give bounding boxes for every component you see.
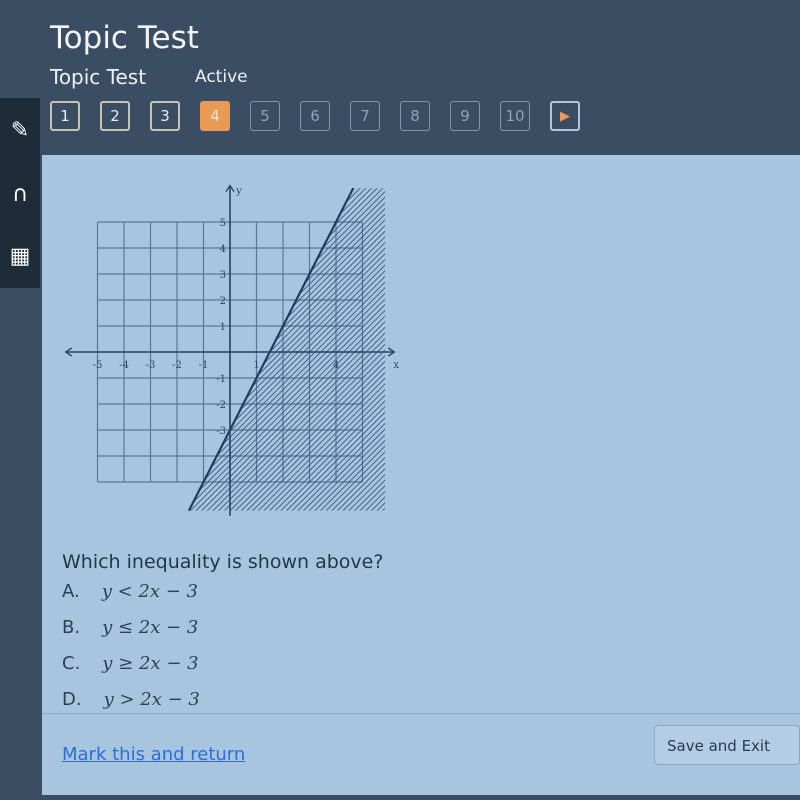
page-title: Topic Test	[50, 20, 199, 56]
choice-letter: A.	[62, 581, 80, 602]
headphones-icon[interactable]: ∩	[0, 166, 40, 222]
choice-a[interactable]: A. y < 2x − 3	[62, 581, 198, 602]
y-tick-label: -3	[216, 426, 226, 437]
y-tick-label: 1	[220, 322, 226, 333]
mark-and-return-link[interactable]: Mark this and return	[62, 744, 245, 765]
choice-letter: C.	[62, 653, 81, 674]
choice-letter: D.	[62, 689, 82, 710]
y-tick-label: -1	[216, 374, 226, 385]
choice-text: y > 2x − 3	[103, 689, 200, 710]
x-tick-label: 1	[253, 360, 259, 371]
question-9-button[interactable]: 9	[450, 101, 480, 131]
next-button[interactable]: ▶	[550, 101, 580, 131]
question-nav: 1 2 3 4 5 6 7 8 9 10 ▶	[50, 101, 580, 131]
y-tick-label: -2	[216, 400, 226, 411]
question-6-button[interactable]: 6	[300, 101, 330, 131]
footer-divider	[42, 713, 800, 714]
y-tick-label: 2	[220, 296, 226, 307]
x-axis-label: x	[393, 360, 399, 371]
question-4-button[interactable]: 4	[200, 101, 230, 131]
choice-c[interactable]: C. y ≥ 2x − 3	[62, 653, 199, 674]
question-10-button[interactable]: 10	[500, 101, 530, 131]
status-label: Active	[195, 67, 248, 87]
tool-sidebar: ✎ ∩ ▦	[0, 98, 40, 288]
y-tick-label: 5	[220, 218, 226, 229]
x-tick-label: -1	[199, 360, 209, 371]
choice-text: y < 2x − 3	[101, 581, 198, 602]
x-tick-label: -5	[93, 360, 103, 371]
y-tick-label: 3	[220, 270, 226, 281]
shaded-region	[188, 188, 386, 511]
x-tick-label: 4	[333, 360, 339, 371]
x-tick-label: -4	[119, 360, 129, 371]
pencil-icon[interactable]: ✎	[0, 102, 40, 158]
question-1-button[interactable]: 1	[50, 101, 80, 131]
x-tick-label: -2	[172, 360, 182, 371]
inequality-graph: -5 -4 -3 -2 -1 1 4 5 4 3 2 1 -1 -2 -3 x y	[64, 184, 399, 516]
choice-b[interactable]: B. y ≤ 2x − 3	[62, 617, 198, 638]
play-triangle-icon: ▶	[560, 108, 570, 124]
save-and-exit-button[interactable]: Save and Exit	[654, 725, 800, 765]
question-7-button[interactable]: 7	[350, 101, 380, 131]
test-name: Topic Test	[50, 65, 147, 89]
choice-d[interactable]: D. y > 2x − 3	[62, 689, 200, 710]
choice-text: y ≥ 2x − 3	[102, 653, 199, 674]
x-tick-label: -3	[146, 360, 156, 371]
choice-text: y ≤ 2x − 3	[102, 617, 199, 638]
question-8-button[interactable]: 8	[400, 101, 430, 131]
y-tick-label: 4	[220, 244, 226, 255]
question-3-button[interactable]: 3	[150, 101, 180, 131]
choice-letter: B.	[62, 617, 81, 638]
question-prompt: Which inequality is shown above?	[62, 551, 384, 573]
question-panel: -5 -4 -3 -2 -1 1 4 5 4 3 2 1 -1 -2 -3 x y Which inequali…	[42, 155, 800, 795]
calculator-icon[interactable]: ▦	[0, 228, 40, 284]
question-5-button[interactable]: 5	[250, 101, 280, 131]
y-axis-label: y	[235, 186, 242, 197]
question-2-button[interactable]: 2	[100, 101, 130, 131]
